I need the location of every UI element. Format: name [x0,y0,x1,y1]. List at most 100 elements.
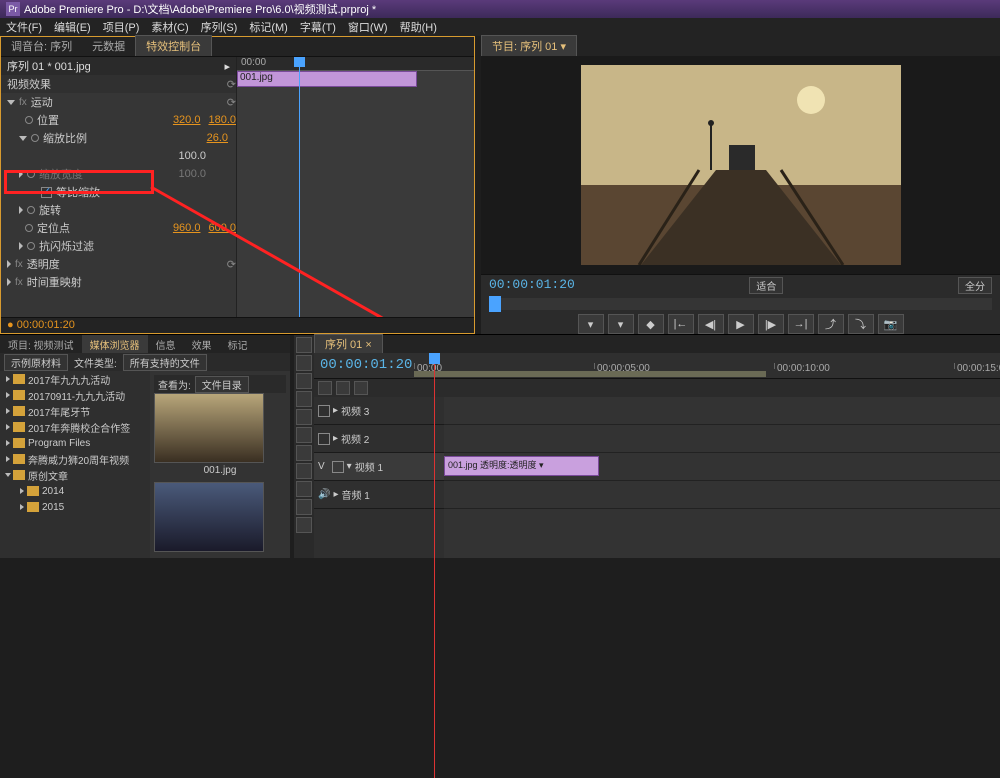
zoom-tool[interactable] [296,517,312,533]
opacity-group[interactable]: fx 透明度 ⟳ [1,255,236,273]
anchor-y[interactable]: 600.0 [208,222,236,234]
viewas-dropdown[interactable]: 文件目录 [195,376,249,393]
tree-item[interactable]: 20170911-九九九活动 [0,387,150,403]
rolling-tool[interactable] [296,391,312,407]
effect-status-timecode[interactable]: ● 00:00:01:20 [1,317,474,333]
tree-item[interactable]: 2017年九九九活动 [0,371,150,387]
effect-clip-bar[interactable]: 001.jpg [237,71,417,87]
program-zoom-fit[interactable]: 适合 [749,277,783,294]
ripple-tool[interactable] [296,373,312,389]
scale-value[interactable]: 26.0 [207,132,228,144]
tab-audio-mixer[interactable]: 调音台: 序列 [1,36,82,56]
program-viewport[interactable] [481,56,1000,274]
tab-markers[interactable]: 标记 [220,335,256,353]
menu-clip[interactable]: 素材(C) [151,19,188,35]
razor-tool[interactable] [296,427,312,443]
export-frame-button[interactable]: 📷 [878,314,904,334]
menu-sequence[interactable]: 序列(S) [201,19,238,35]
program-scrubber[interactable] [489,298,992,310]
keyframe-toggle-icon[interactable] [31,134,39,142]
eye-icon[interactable] [318,433,330,445]
eye-icon[interactable] [332,461,344,473]
play-button[interactable]: ▶ [728,314,754,334]
step-fwd-button[interactable]: |▶ [758,314,784,334]
source-dropdown[interactable]: 示例原材料 [4,354,68,371]
tree-item[interactable]: 2017年奔腾校企合作签 [0,419,150,435]
v-patch[interactable]: V [318,461,325,472]
marker-icon[interactable] [354,381,368,395]
selection-tool[interactable] [296,337,312,353]
lift-button[interactable]: ⤴ [818,314,844,334]
go-to-in-button[interactable]: |← [668,314,694,334]
menu-title[interactable]: 字幕(T) [300,19,336,35]
track-head-v1[interactable]: V ▾视频 1 [314,453,444,481]
timeline-playhead[interactable] [434,353,435,778]
program-tab[interactable]: 节目: 序列 01 ▾ [481,35,577,56]
tree-item[interactable]: 2015 [0,499,150,515]
lane-v1[interactable]: 001.jpg 透明度:透明度 ▾ [444,453,1000,481]
menu-window[interactable]: 窗口(W) [348,19,388,35]
lane-v2[interactable] [444,425,1000,453]
eye-icon[interactable] [318,405,330,417]
menu-help[interactable]: 帮助(H) [400,19,437,35]
menu-edit[interactable]: 编辑(E) [54,19,91,35]
mark-out-button[interactable]: ▾ [608,314,634,334]
position-row[interactable]: 位置 320.0 180.0 [1,111,236,129]
scale-slider-row[interactable]: 100.0 [1,147,236,165]
tab-media-browser[interactable]: 媒体浏览器 [82,335,148,353]
effect-timeline[interactable]: 00:00 001.jpg [236,57,474,317]
menu-marker[interactable]: 标记(M) [249,19,288,35]
position-x[interactable]: 320.0 [173,114,201,126]
filetype-dropdown[interactable]: 所有支持的文件 [123,354,207,371]
track-head-a1[interactable]: 🔊▸音频 1 [314,481,444,509]
extract-button[interactable]: ⤵ [848,314,874,334]
program-quality[interactable]: 全分 [958,277,992,294]
tree-item[interactable]: 2017年尾牙节 [0,403,150,419]
lane-v3[interactable] [444,397,1000,425]
go-to-out-button[interactable]: →| [788,314,814,334]
reset-icon[interactable]: ⟳ [227,78,236,91]
linked-selection-icon[interactable] [336,381,350,395]
antiflicker-row[interactable]: 抗闪烁过滤 [1,237,236,255]
menu-file[interactable]: 文件(F) [6,19,42,35]
timeline-clip[interactable]: 001.jpg 透明度:透明度 ▾ [444,456,599,476]
hand-tool[interactable] [296,499,312,515]
media-thumbnail[interactable] [154,393,264,463]
rotation-row[interactable]: 旋转 [1,201,236,219]
effect-time-ruler[interactable]: 00:00 [237,57,474,71]
rate-stretch-tool[interactable] [296,409,312,425]
track-head-v2[interactable]: ▸视频 2 [314,425,444,453]
slip-tool[interactable] [296,445,312,461]
tree-item[interactable]: 原创文章 [0,467,150,483]
timeline-tab[interactable]: 序列 01 × [314,334,383,353]
menu-project[interactable]: 项目(P) [103,19,140,35]
motion-group[interactable]: fx 运动 ⟳ [1,93,236,111]
tree-item[interactable]: 奔腾威力狮20周年视频 [0,451,150,467]
reset-icon[interactable]: ⟳ [227,96,236,109]
tab-effects[interactable]: 效果 [184,335,220,353]
tab-metadata[interactable]: 元数据 [82,36,135,56]
timeline-timecode[interactable]: 00:00:01:20 [314,353,414,378]
uniform-scale-checkbox[interactable] [41,187,52,198]
add-marker-button[interactable]: ◆ [638,314,664,334]
media-thumbnail[interactable] [154,482,264,552]
step-back-button[interactable]: ◀| [698,314,724,334]
scale-row[interactable]: 缩放比例 26.0 [1,129,236,147]
position-y[interactable]: 180.0 [208,114,236,126]
lane-a1[interactable] [444,481,1000,509]
tree-item[interactable]: 2014 [0,483,150,499]
folder-tree[interactable]: 2017年九九九活动 20170911-九九九活动 2017年尾牙节 2017年… [0,371,150,558]
uniform-scale-row[interactable]: 等比缩放 [1,183,236,201]
tab-info[interactable]: 信息 [148,335,184,353]
tab-effect-controls[interactable]: 特效控制台 [135,35,212,56]
slide-tool[interactable] [296,463,312,479]
track-head-v3[interactable]: ▸视频 3 [314,397,444,425]
program-timecode[interactable]: 00:00:01:20 [489,277,575,294]
program-playhead[interactable] [489,296,501,312]
timeline-ruler[interactable]: 00:00 00:00:05:00 00:00:10:00 00:00:15:0… [414,353,1000,378]
anchor-row[interactable]: 定位点 960.0 600.0 [1,219,236,237]
effect-playhead[interactable] [299,57,300,317]
work-area-bar[interactable] [414,371,766,377]
tree-item[interactable]: Program Files [0,435,150,451]
keyframe-toggle-icon[interactable] [25,116,33,124]
